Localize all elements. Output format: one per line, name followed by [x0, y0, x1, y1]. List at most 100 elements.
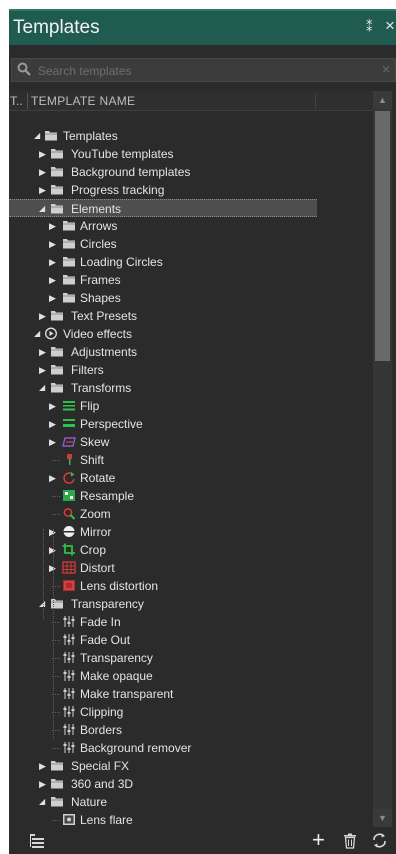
collapsed-arrow-icon[interactable]: ▶ — [49, 418, 59, 430]
tree-row[interactable]: Shift — [9, 451, 373, 469]
crop-icon — [62, 543, 76, 556]
folder-icon — [50, 183, 64, 196]
resample-icon — [62, 489, 76, 502]
clear-search-icon[interactable]: × — [382, 61, 390, 77]
collapsed-arrow-icon[interactable]: ▶ — [49, 544, 59, 556]
trash-icon[interactable] — [343, 833, 357, 849]
template-name-column-header[interactable]: TEMPLATE NAME — [31, 94, 135, 108]
tree-row[interactable]: Zoom — [9, 505, 373, 523]
collapsed-arrow-icon[interactable]: ▶ — [39, 346, 49, 358]
collapsed-arrow-icon[interactable]: ▶ — [39, 778, 49, 790]
tree-row[interactable]: ◢ Transforms — [9, 379, 373, 397]
rotate-icon — [62, 471, 76, 484]
tree-row[interactable]: Make opaque — [9, 667, 373, 685]
tree-row[interactable]: Make transparent — [9, 685, 373, 703]
tree-row[interactable]: Fade In — [9, 613, 373, 631]
refresh-icon[interactable] — [371, 832, 388, 849]
search-icon — [17, 62, 31, 76]
tree-row[interactable]: ▶ Skew — [9, 433, 373, 451]
tree-row[interactable]: ▶ Adjustments — [9, 343, 373, 361]
collapsed-arrow-icon[interactable]: ▶ — [49, 238, 59, 250]
tree-row[interactable]: ▶ Arrows — [9, 217, 373, 235]
tree-row[interactable]: ▶ Filters — [9, 361, 373, 379]
folder-icon — [44, 129, 58, 142]
tree-row[interactable]: ▶ Flip — [9, 397, 373, 415]
scrollbar-thumb[interactable] — [375, 111, 390, 361]
tree-row[interactable]: ▶ Progress tracking — [9, 181, 373, 199]
tree-row[interactable]: Borders — [9, 721, 373, 739]
scroll-up-arrow-icon[interactable]: ▲ — [373, 91, 392, 109]
tree-row[interactable]: ▶ Rotate — [9, 469, 373, 487]
collapsed-arrow-icon[interactable]: ▶ — [49, 274, 59, 286]
tree-row-label: Borders — [80, 723, 123, 737]
tree-row[interactable]: ▶ Frames — [9, 271, 373, 289]
tree-row-label: Adjustments — [71, 345, 138, 359]
expanded-arrow-icon[interactable]: ◢ — [34, 328, 44, 340]
tree-row[interactable]: ◢ Templates — [9, 127, 373, 145]
type-column-header[interactable]: T.. — [10, 94, 23, 108]
tree-row[interactable]: Transparency — [9, 649, 373, 667]
pin-icon[interactable]: ⁑ — [366, 19, 373, 35]
tree-row[interactable]: Background remover — [9, 739, 373, 757]
collapsed-arrow-icon[interactable]: ▶ — [49, 472, 59, 484]
scroll-down-arrow-icon[interactable]: ▼ — [373, 809, 392, 827]
collapsed-arrow-icon[interactable]: ▶ — [39, 148, 49, 160]
column-divider[interactable] — [27, 93, 28, 109]
folder-icon — [50, 345, 64, 358]
tree-row-label: Arrows — [80, 219, 118, 233]
tree-row[interactable]: ▶ YouTube templates — [9, 145, 373, 163]
collapsed-arrow-icon[interactable]: ▶ — [49, 562, 59, 574]
tree-row[interactable]: ▶ Special FX — [9, 757, 373, 775]
collapsed-arrow-icon[interactable]: ▶ — [49, 400, 59, 412]
tree-row[interactable]: ▶ 360 and 3D — [9, 775, 373, 793]
folder-icon — [62, 291, 76, 304]
tree-view-icon[interactable] — [29, 833, 45, 849]
tree-row[interactable]: Lens distortion — [9, 577, 373, 595]
mirror-icon — [62, 525, 76, 538]
collapsed-arrow-icon[interactable]: ▶ — [39, 760, 49, 772]
tree-row[interactable]: ◢ Video effects — [9, 325, 373, 343]
collapsed-arrow-icon[interactable]: ▶ — [39, 166, 49, 178]
lens-distortion-icon — [62, 579, 76, 592]
tree-row[interactable]: ◢ Elements — [9, 199, 317, 217]
collapsed-arrow-icon[interactable]: ▶ — [49, 526, 59, 538]
tree-connector — [52, 748, 60, 749]
tree-row[interactable]: ▶ Crop — [9, 541, 373, 559]
tree-row[interactable]: Resample — [9, 487, 373, 505]
collapsed-arrow-icon[interactable]: ▶ — [49, 256, 59, 268]
search-input[interactable] — [38, 62, 368, 79]
tree-row[interactable]: ▶ Text Presets — [9, 307, 373, 325]
tree-row[interactable]: ▶ Shapes — [9, 289, 373, 307]
sliders-icon — [62, 705, 76, 718]
expanded-arrow-icon[interactable]: ◢ — [39, 382, 49, 394]
tree-row[interactable]: ◢ Nature — [9, 793, 373, 811]
tree-row-label: Fade Out — [80, 633, 131, 647]
tree-row[interactable]: ▶ Background templates — [9, 163, 373, 181]
tree-row[interactable]: ▶ Perspective — [9, 415, 373, 433]
collapsed-arrow-icon[interactable]: ▶ — [49, 292, 59, 304]
add-template-button[interactable]: + — [312, 829, 325, 851]
collapsed-arrow-icon[interactable]: ▶ — [39, 310, 49, 322]
tree-row[interactable]: ▶ Loading Circles — [9, 253, 373, 271]
vertical-scrollbar[interactable]: ▲ ▼ — [373, 91, 392, 827]
tree-row[interactable]: ▶ Circles — [9, 235, 373, 253]
tree-row-label: Frames — [80, 273, 121, 287]
sliders-icon — [62, 633, 76, 646]
collapsed-arrow-icon[interactable]: ▶ — [49, 220, 59, 232]
expanded-arrow-icon[interactable]: ◢ — [39, 203, 49, 215]
expanded-arrow-icon[interactable]: ◢ — [39, 796, 49, 808]
collapsed-arrow-icon[interactable]: ▶ — [39, 364, 49, 376]
expanded-arrow-icon[interactable]: ◢ — [39, 598, 49, 610]
expanded-arrow-icon[interactable]: ◢ — [34, 130, 44, 142]
tree-row[interactable]: ◢ Transparency — [9, 595, 373, 613]
collapsed-arrow-icon[interactable]: ▶ — [39, 184, 49, 196]
tree-row[interactable]: ▶ Mirror — [9, 523, 373, 541]
close-icon[interactable]: × — [385, 16, 395, 36]
collapsed-arrow-icon[interactable]: ▶ — [49, 436, 59, 448]
tree-connector — [52, 460, 60, 461]
tree-row[interactable]: Fade Out — [9, 631, 373, 649]
search-box[interactable]: × — [11, 58, 396, 82]
tree-row[interactable]: ▶ Distort — [9, 559, 373, 577]
bottom-toolbar: + — [9, 828, 396, 854]
tree-row[interactable]: Clipping — [9, 703, 373, 721]
